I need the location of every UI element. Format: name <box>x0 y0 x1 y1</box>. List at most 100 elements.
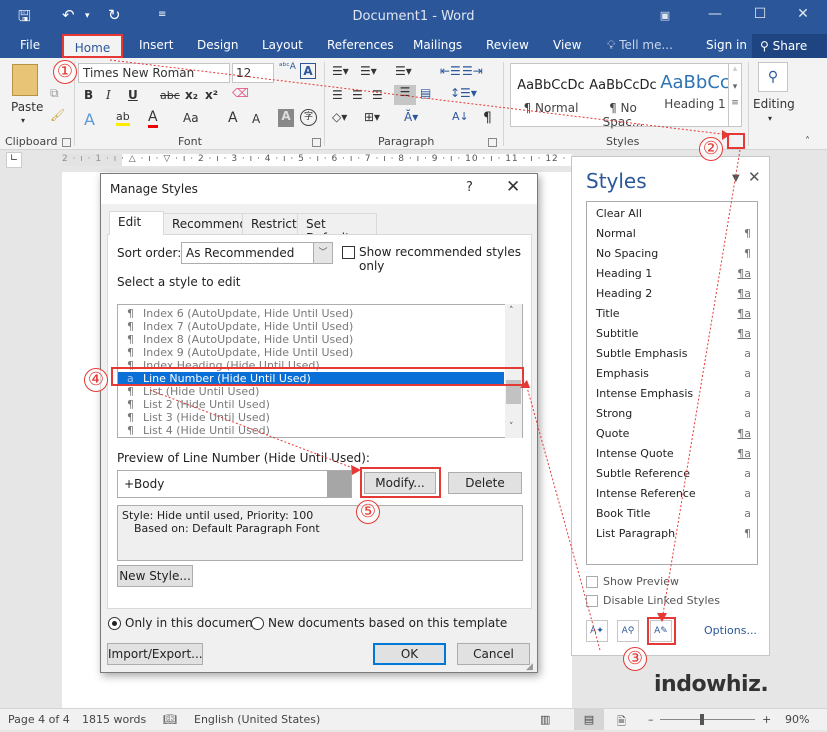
borders-icon[interactable]: ⊞▾ <box>364 110 380 124</box>
list-item[interactable]: ¶ Index 7 (AutoUpdate, Hide Until Used) <box>118 320 504 333</box>
multilevel-list-icon[interactable]: ☰▾ <box>395 64 412 78</box>
pane-close-icon[interactable]: ✕ <box>748 168 761 186</box>
resize-grip-icon[interactable]: ◢ <box>526 662 533 672</box>
gallery-style-normal[interactable]: AaBbCcDc ¶ Normal <box>515 78 587 115</box>
language-indicator[interactable]: English (United States) <box>194 713 320 726</box>
asian-layout-icon[interactable]: Ă▾ <box>404 110 418 124</box>
grow-font-button[interactable]: A <box>228 110 238 126</box>
minimize-button[interactable]: — <box>700 6 730 22</box>
bullets-icon[interactable]: ☰▾ <box>332 64 349 78</box>
only-this-document-radio[interactable] <box>108 617 121 630</box>
new-style-icon[interactable]: A✦ <box>586 620 608 642</box>
strikethrough-button[interactable]: abc <box>160 89 180 102</box>
italic-button[interactable]: I <box>106 88 111 102</box>
character-border-icon[interactable]: A <box>300 63 316 79</box>
show-preview-checkbox[interactable] <box>586 576 598 588</box>
clear-formatting-icon[interactable]: ᵃᵇᶜA <box>279 62 296 72</box>
scroll-down-icon[interactable]: ˅ <box>509 422 514 432</box>
gallery-style-no-spacing[interactable]: AaBbCcDc ¶ No Spac... <box>587 78 659 129</box>
paste-icon[interactable] <box>12 64 38 96</box>
dialog-title-bar[interactable]: Manage Styles ? ✕ <box>101 174 537 204</box>
proofing-icon[interactable]: 📖︎ <box>163 713 177 726</box>
zoom-slider-track[interactable] <box>660 719 755 720</box>
style-item[interactable]: Title ¶a <box>596 304 751 324</box>
tab-review[interactable]: Review <box>486 38 529 52</box>
help-button[interactable]: ? <box>466 180 473 195</box>
superscript-button[interactable]: x² <box>205 88 218 102</box>
new-style-button[interactable]: New Style... <box>117 565 193 587</box>
style-item[interactable]: List Paragraph ¶ <box>596 524 751 544</box>
cancel-button[interactable]: Cancel <box>457 643 530 665</box>
align-left-icon[interactable]: ☰ <box>332 88 343 102</box>
list-item[interactable]: ¶ List (Hide Until Used) <box>118 385 504 398</box>
format-painter-icon[interactable]: 🖌︎ <box>50 108 65 122</box>
list-item[interactable]: ¶ List 2 (Hide Until Used) <box>118 398 504 411</box>
dialog-tab-recommend[interactable]: Recommend <box>163 213 247 235</box>
font-color-icon[interactable]: A <box>148 109 158 128</box>
styles-launcher-button[interactable] <box>727 133 745 149</box>
paste-dropdown-icon[interactable]: ▾ <box>21 116 25 125</box>
style-item[interactable]: Heading 2 ¶a <box>596 284 751 304</box>
line-spacing-icon[interactable]: ↕☰▾ <box>450 86 477 100</box>
style-item[interactable]: Strong a <box>596 404 751 424</box>
horizontal-ruler[interactable]: 2 · ı · 1 · ı · △ · ı · ▽ · ı · 2 · ı · … <box>62 154 572 166</box>
web-layout-icon[interactable]: 🗎 <box>617 713 626 732</box>
style-item[interactable]: Subtitle ¶a <box>596 324 751 344</box>
highlight-color-icon[interactable]: ab <box>116 110 130 126</box>
sign-in-link[interactable]: Sign in <box>706 38 747 52</box>
dialog-close-button[interactable]: ✕ <box>506 177 520 197</box>
font-size-combobox[interactable]: 12 <box>232 63 274 83</box>
align-right-icon[interactable]: ☰ <box>372 88 383 102</box>
zoom-slider-thumb[interactable] <box>700 714 705 725</box>
tab-home[interactable]: Home <box>62 34 123 58</box>
style-item[interactable]: Intense Quote ¶a <box>596 444 751 464</box>
pane-options-dropdown-icon[interactable]: ▼ <box>732 173 740 184</box>
scroll-up-icon[interactable]: ▴ <box>729 64 741 74</box>
decrease-indent-icon[interactable]: ⇤☰ <box>440 64 461 78</box>
text-effects-icon[interactable]: A <box>84 110 95 129</box>
list-item[interactable]: ¶ Index 9 (AutoUpdate, Hide Until Used) <box>118 346 504 359</box>
new-documents-radio[interactable] <box>251 617 264 630</box>
scroll-up-icon[interactable]: ˄ <box>509 306 514 316</box>
numbering-icon[interactable]: ☰▾ <box>360 64 377 78</box>
style-inspector-icon[interactable]: A⚲ <box>617 620 639 642</box>
chevron-down-icon[interactable]: ﹀ <box>313 243 332 263</box>
list-item[interactable]: ¶ Index 6 (AutoUpdate, Hide Until Used) <box>118 307 504 320</box>
character-shading-icon[interactable]: A <box>278 109 294 127</box>
sort-order-select[interactable]: As Recommended <box>181 242 333 264</box>
justify-icon[interactable]: ☰ <box>394 85 416 105</box>
tab-design[interactable]: Design <box>197 38 238 52</box>
style-item[interactable]: Emphasis a <box>596 364 751 384</box>
style-item[interactable]: Heading 1 ¶a <box>596 264 751 284</box>
font-launcher-icon[interactable] <box>312 138 321 147</box>
editing-dropdown-icon[interactable]: ▾ <box>768 114 772 123</box>
increase-indent-icon[interactable]: ☰⇥ <box>462 64 483 78</box>
style-item[interactable]: Subtle Emphasis a <box>596 344 751 364</box>
change-case-button[interactable]: Aa <box>183 111 199 125</box>
close-button[interactable]: ✕ <box>788 6 818 22</box>
delete-button[interactable]: Delete <box>448 472 522 494</box>
tab-insert[interactable]: Insert <box>139 38 173 52</box>
style-item[interactable]: Clear All <box>596 204 751 224</box>
bold-button[interactable]: B <box>84 88 93 102</box>
enclose-characters-icon[interactable]: 字 <box>300 109 317 126</box>
disable-linked-styles-checkbox[interactable] <box>586 595 598 607</box>
tell-me-search[interactable]: 💡︎ Tell me... <box>607 38 673 53</box>
style-item[interactable]: Intense Reference a <box>596 484 751 504</box>
scroll-down-icon[interactable]: ▾ <box>729 82 741 92</box>
style-item[interactable]: Normal ¶ <box>596 224 751 244</box>
underline-button[interactable]: U <box>128 88 138 102</box>
more-styles-icon[interactable]: ≡ <box>729 98 741 108</box>
share-button[interactable]: ⚲ Share <box>752 34 827 58</box>
find-icon[interactable]: ⚲ <box>758 62 788 92</box>
paragraph-launcher-icon[interactable] <box>488 138 497 147</box>
paste-button[interactable]: Paste <box>11 100 43 114</box>
tab-layout[interactable]: Layout <box>262 38 303 52</box>
style-item[interactable]: No Spacing ¶ <box>596 244 751 264</box>
show-recommended-checkbox[interactable] <box>342 246 355 259</box>
gallery-style-heading-1[interactable]: AaBbCc Heading 1 <box>659 72 731 111</box>
dialog-tab-set-defaults[interactable]: Set Defaults <box>297 213 377 245</box>
print-layout-icon[interactable]: ▤ <box>574 709 604 730</box>
distributed-icon[interactable]: ▤ <box>420 86 431 100</box>
list-item[interactable]: ¶ List 4 (Hide Until Used) <box>118 424 504 437</box>
